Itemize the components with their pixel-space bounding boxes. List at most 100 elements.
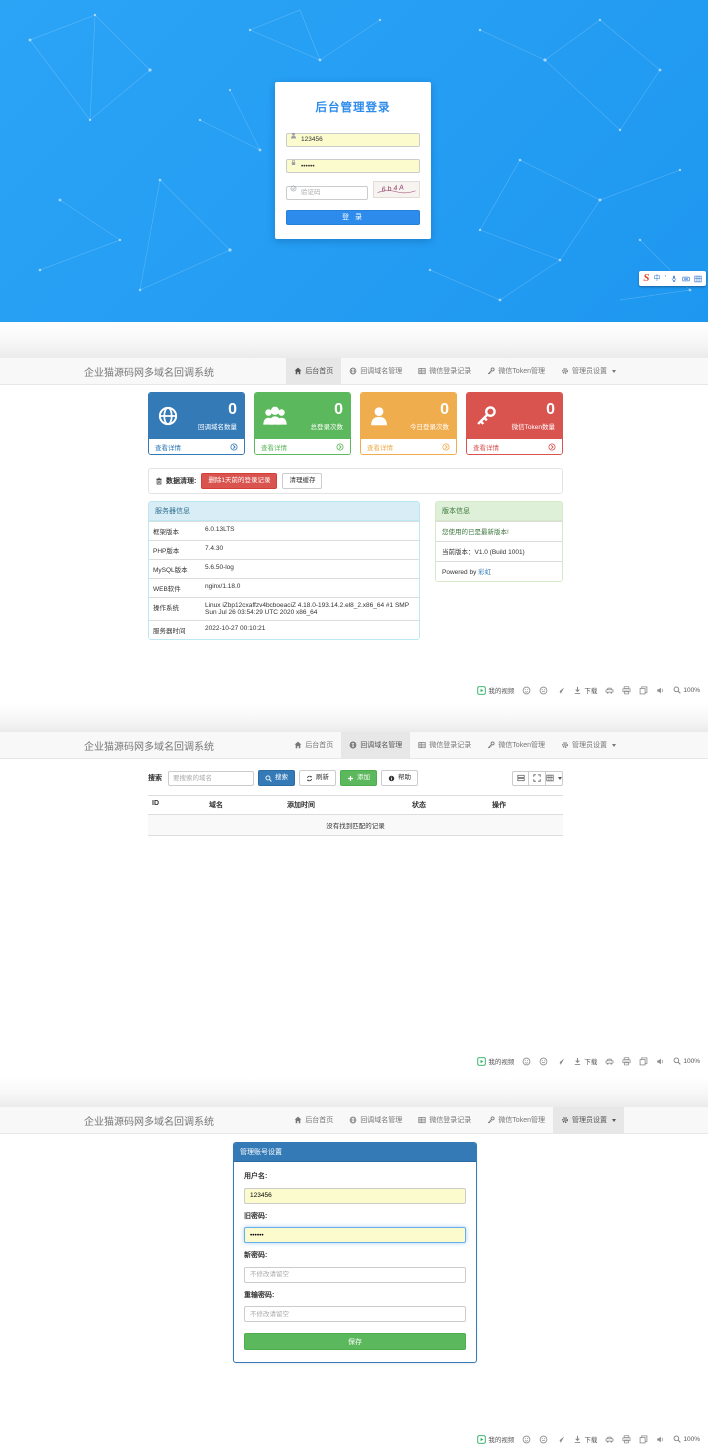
emoji-icon[interactable]	[522, 686, 531, 695]
send-icon[interactable]	[556, 1057, 565, 1066]
column-header-actions[interactable]: 操作	[488, 796, 563, 814]
video-icon	[477, 1435, 486, 1444]
arrow-circle-icon	[230, 443, 238, 451]
domain-management-page: 企业猫源码网多域名回调系统 后台首页 回调域名管理 微信登录记录 微信Token…	[0, 732, 708, 1078]
print-icon[interactable]	[622, 686, 631, 695]
table-header-row: ID 域名 添加时间 状态 操作	[148, 796, 563, 815]
car-icon[interactable]	[605, 1057, 614, 1066]
delete-old-records-button[interactable]: 删除1天前的登录记录	[201, 473, 277, 489]
fullscreen-button[interactable]	[529, 771, 546, 786]
version-info-panel: 版本信息 您使用的已是最新版本! 当前版本：V1.0 (Build 1001) …	[435, 501, 563, 582]
my-video-button[interactable]: 我的视频	[477, 1056, 514, 1066]
save-button[interactable]: 保存	[244, 1333, 466, 1350]
column-header-added-time[interactable]: 添加时间	[283, 796, 408, 814]
print-icon[interactable]	[622, 1057, 631, 1066]
chevron-down-icon	[612, 1119, 616, 1122]
nav-item-login-records[interactable]: 微信登录记录	[410, 358, 479, 384]
emoji-icon[interactable]	[522, 1057, 531, 1066]
send-icon[interactable]	[556, 686, 565, 695]
column-header-domain[interactable]: 域名	[205, 796, 283, 814]
ime-toolbar[interactable]: S 中 ’	[639, 271, 706, 286]
car-icon[interactable]	[605, 686, 614, 695]
ime-mode-toggle[interactable]: 中	[653, 275, 660, 282]
nav-item-token[interactable]: 微信Token管理	[479, 732, 553, 758]
user-icon	[290, 132, 297, 139]
nav-item-login-records[interactable]: 微信登录记录	[410, 1107, 479, 1133]
stat-footer-link[interactable]: 查看详情	[361, 439, 456, 454]
nav-item-domains[interactable]: 回调域名管理	[341, 358, 410, 384]
car-icon[interactable]	[605, 1435, 614, 1444]
nav-item-domains[interactable]: 回调域名管理	[341, 1107, 410, 1133]
my-video-button[interactable]: 我的视频	[477, 1434, 514, 1444]
download-button[interactable]: 下载	[573, 1056, 597, 1066]
captcha-image[interactable]: 6 b 4 A	[373, 181, 420, 198]
nav-item-domains[interactable]: 回调域名管理	[341, 732, 410, 758]
ime-punctuation-toggle[interactable]: ’	[664, 275, 666, 282]
nav-item-admin-settings[interactable]: 管理员设置	[553, 358, 624, 384]
nav-item-home[interactable]: 后台首页	[286, 732, 341, 758]
sticker-icon[interactable]	[539, 1435, 548, 1444]
stat-footer-link[interactable]: 查看详情	[255, 439, 350, 454]
zoom-control[interactable]: 100%	[673, 1435, 700, 1443]
refresh-icon	[306, 775, 313, 782]
stat-value: 0	[410, 402, 449, 418]
login-submit-button[interactable]: 登 录	[286, 210, 420, 225]
password-input[interactable]	[286, 159, 420, 173]
search-input[interactable]	[168, 771, 254, 786]
nav-item-home[interactable]: 后台首页	[286, 358, 341, 384]
stat-footer-link[interactable]: 查看详情	[149, 439, 244, 454]
clear-cache-button[interactable]: 清理缓存	[282, 473, 322, 489]
sound-icon[interactable]	[656, 1057, 665, 1066]
emoji-icon[interactable]	[522, 1435, 531, 1444]
arrow-circle-icon	[336, 443, 344, 451]
stat-footer-link[interactable]: 查看详情	[467, 439, 562, 454]
zoom-control[interactable]: 100%	[673, 1057, 700, 1065]
download-icon	[573, 686, 582, 695]
copy-icon[interactable]	[639, 686, 648, 695]
nav-item-token[interactable]: 微信Token管理	[479, 1107, 553, 1133]
old-password-input[interactable]	[244, 1227, 466, 1243]
brand-title: 企业猫源码网多域名回调系统	[84, 1113, 214, 1128]
print-icon[interactable]	[622, 1435, 631, 1444]
keyboard-icon[interactable]	[682, 275, 690, 283]
sound-icon[interactable]	[656, 1435, 665, 1444]
send-icon[interactable]	[556, 1435, 565, 1444]
nav-item-home[interactable]: 后台首页	[286, 1107, 341, 1133]
sticker-icon[interactable]	[539, 1057, 548, 1066]
sticker-icon[interactable]	[539, 686, 548, 695]
username-input[interactable]	[286, 133, 420, 147]
column-header-status[interactable]: 状态	[408, 796, 488, 814]
search-button[interactable]: 搜索	[258, 770, 295, 786]
powered-by-link[interactable]: 彩虹	[478, 569, 491, 576]
stat-card-today-logins: 0 今日登录次数 查看详情	[360, 392, 457, 455]
nav-item-login-records[interactable]: 微信登录记录	[410, 732, 479, 758]
copy-icon[interactable]	[639, 1435, 648, 1444]
new-password-input[interactable]	[244, 1267, 466, 1283]
toggle-view-button[interactable]	[512, 771, 529, 786]
brand-title: 企业猫源码网多域名回调系统	[84, 364, 214, 379]
columns-button[interactable]	[546, 771, 563, 786]
add-button[interactable]: 添加	[340, 770, 377, 786]
refresh-button[interactable]: 刷新	[299, 770, 336, 786]
ime-logo[interactable]: S	[643, 273, 649, 284]
column-header-id[interactable]: ID	[148, 796, 205, 814]
login-title: 后台管理登录	[286, 99, 420, 115]
captcha-input[interactable]	[286, 186, 368, 200]
nav-item-token[interactable]: 微信Token管理	[479, 358, 553, 384]
repeat-password-input[interactable]	[244, 1306, 466, 1322]
help-button[interactable]: 帮助	[381, 770, 418, 786]
download-button[interactable]: 下载	[573, 685, 597, 695]
section-divider	[0, 703, 708, 732]
nav-item-admin-settings[interactable]: 管理员设置	[553, 1107, 624, 1133]
my-video-button[interactable]: 我的视频	[477, 685, 514, 695]
table-row: WEB软件nginx/1.18.0	[149, 578, 419, 597]
copy-icon[interactable]	[639, 1057, 648, 1066]
toolbox-icon[interactable]	[694, 275, 702, 283]
mic-icon[interactable]	[670, 275, 678, 283]
zoom-control[interactable]: 100%	[673, 686, 700, 694]
username-input[interactable]	[244, 1188, 466, 1204]
table-row: 操作系统Linux iZbp12cxaffzv4bcboeaciZ 4.18.0…	[149, 597, 419, 620]
nav-item-admin-settings[interactable]: 管理员设置	[553, 732, 624, 758]
download-button[interactable]: 下载	[573, 1434, 597, 1444]
sound-icon[interactable]	[656, 686, 665, 695]
